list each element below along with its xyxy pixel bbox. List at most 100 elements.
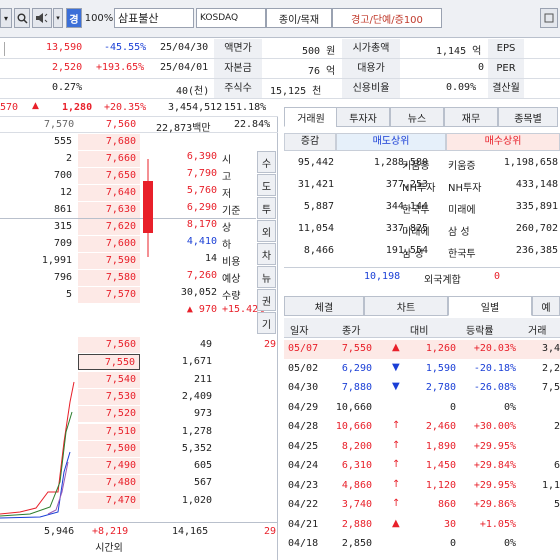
side-tab[interactable]: 차: [257, 243, 276, 265]
daily-row[interactable]: 04/21 2,880 ▲ 30 +1.05%: [284, 516, 560, 535]
buy-qty-bar: [141, 408, 166, 421]
buy-right-value: 29: [264, 339, 277, 350]
buy-order-row[interactable]: 7,490 605: [0, 458, 278, 475]
sell-price[interactable]: 7,580: [78, 270, 140, 286]
lower-tab-more[interactable]: 예: [532, 296, 560, 316]
side-tab[interactable]: 권: [257, 289, 276, 311]
menu-handle[interactable]: ▾: [0, 8, 12, 28]
buy-price[interactable]: 7,530: [78, 388, 140, 405]
buy-order-row[interactable]: 7,540 211: [0, 371, 278, 388]
side-tab[interactable]: 도: [257, 174, 276, 196]
shares-label: 주식수: [214, 79, 262, 98]
lower-tab-daily[interactable]: 일별: [448, 296, 532, 316]
tab-finance[interactable]: 재무: [444, 107, 498, 127]
volume-thousand: 40(천): [176, 86, 210, 97]
substitute-price: 0: [478, 62, 485, 73]
daily-row[interactable]: 05/07 7,550 ▲ 1,260 +20.03% 3,4: [284, 340, 560, 359]
buy-order-row[interactable]: 7,480 567: [0, 475, 278, 492]
lower-tab-trades[interactable]: 체결: [284, 296, 364, 316]
side-tab[interactable]: 뉴: [257, 266, 276, 288]
sell-qty: 1,991: [41, 255, 72, 266]
broker-row[interactable]: 8,466 191,554 삼 성 한국투 236,385: [284, 243, 560, 263]
sell-price[interactable]: 7,600: [78, 236, 140, 252]
buy-price[interactable]: 7,510: [78, 423, 140, 440]
side-tab[interactable]: 기: [257, 312, 276, 334]
daily-diff: 0: [449, 401, 456, 413]
buy-qty-bar: [141, 356, 184, 369]
buy-order-row[interactable]: 7,550 1,671: [0, 354, 278, 371]
search-icon[interactable]: [14, 8, 30, 28]
daily-row[interactable]: 04/30 7,880 ▼ 2,780 -26.08% 7,5: [284, 379, 560, 398]
broker-row[interactable]: 11,054 337,825 미래에 삼 성 260,702: [284, 221, 560, 241]
buy-price[interactable]: 7,520: [78, 406, 140, 423]
info-side-value: 8,170: [186, 219, 217, 230]
buy-order-row[interactable]: 7,520 973: [0, 406, 278, 423]
side-tab[interactable]: 외: [257, 220, 276, 242]
sell-order-row[interactable]: 700 7,650: [0, 168, 278, 184]
sell-order-row[interactable]: 2 7,660: [0, 151, 278, 167]
buy-order-row[interactable]: 7,510 1,278: [0, 423, 278, 440]
daily-row[interactable]: 04/23 4,860 ↑ 1,120 +29.95% 1,1: [284, 477, 560, 496]
daily-diff: 1,260: [425, 343, 456, 354]
side-tab[interactable]: 투: [257, 197, 276, 219]
direction-arrow-icon: ↑: [392, 420, 401, 431]
daily-row[interactable]: 04/24 6,310 ↑ 1,450 +29.84% 6: [284, 457, 560, 476]
daily-volume: 6: [553, 460, 560, 471]
broker-row[interactable]: 5,887 344,144 한국투 미래에 335,891: [284, 199, 560, 219]
sell-price[interactable]: 7,630: [78, 202, 140, 218]
broker-row[interactable]: 95,442 1,288,580 키움증 키움증 1,198,658: [284, 155, 560, 175]
tab-by-stock[interactable]: 종목별: [498, 107, 558, 127]
buy-order-row[interactable]: 7,470 1,020: [0, 492, 278, 509]
sell-order-row[interactable]: 315 7,620: [0, 219, 278, 235]
daily-row[interactable]: 05/02 6,290 ▼ 1,590 -20.18% 2,2: [284, 360, 560, 379]
settings-icon[interactable]: [540, 8, 558, 28]
daily-date: 04/30: [288, 382, 319, 393]
buy-price[interactable]: 7,550: [78, 354, 140, 371]
info-side-label: 시: [222, 155, 232, 166]
buy-price[interactable]: 7,470: [78, 492, 140, 509]
sell-price[interactable]: 7,660: [78, 151, 140, 167]
tab-trader[interactable]: 거래원: [284, 107, 338, 127]
tab-investor[interactable]: 투자자: [336, 107, 390, 127]
buy-price[interactable]: 7,540: [78, 371, 140, 388]
turnover-rate: 151.18%: [224, 102, 267, 113]
sell-order-row[interactable]: 555 7,680: [0, 134, 278, 150]
sell-price[interactable]: 7,570: [78, 287, 140, 303]
daily-date: 04/24: [288, 460, 319, 471]
sell-price[interactable]: 7,680: [78, 134, 140, 150]
sell-price[interactable]: 7,620: [78, 219, 140, 235]
speaker-icon[interactable]: [32, 8, 52, 28]
side-tab[interactable]: 수: [257, 151, 276, 173]
broker-row[interactable]: 31,421 377,253 NH투자 NH투자 433,148: [284, 177, 560, 197]
after-hours-label[interactable]: 시간외: [78, 540, 140, 558]
daily-row[interactable]: 04/18 2,850 0 0%: [284, 535, 560, 554]
tab-news[interactable]: 뉴스: [390, 107, 444, 127]
lower-tab-chart[interactable]: 차트: [364, 296, 448, 316]
buy-price[interactable]: 7,480: [78, 475, 140, 492]
stock-name-field[interactable]: 삼표불산: [114, 8, 194, 28]
speaker-dropdown-icon[interactable]: ▾: [53, 8, 63, 28]
buy-qty: 1,671: [181, 356, 212, 368]
sell-order-row[interactable]: 709 7,600: [0, 236, 278, 252]
buy-price[interactable]: 7,560: [78, 337, 140, 353]
mode-button[interactable]: 경: [66, 8, 82, 28]
buy-price[interactable]: 7,500: [78, 440, 140, 457]
high-52w-date: 25/04/30: [160, 42, 209, 53]
direction-arrow-icon: ▼: [392, 381, 400, 392]
buy-price[interactable]: 7,490: [78, 458, 140, 475]
daily-row[interactable]: 04/22 3,740 ↑ 860 +29.86% 5: [284, 496, 560, 515]
sell-order-row[interactable]: 12 7,640: [0, 185, 278, 201]
buy-order-row[interactable]: 7,560 49 29: [0, 337, 278, 353]
sell-price[interactable]: 7,650: [78, 168, 140, 184]
buy-order-row[interactable]: 7,530 2,409: [0, 388, 278, 405]
daily-row[interactable]: 04/25 8,200 ↑ 1,890 +29.95%: [284, 438, 560, 457]
info-row-1: 13,590 -45.55% 25/04/30 액면가 500 원 시가총액 1…: [0, 39, 560, 59]
daily-diff: 860: [437, 499, 456, 510]
daily-row[interactable]: 04/29 10,660 0 0%: [284, 399, 560, 418]
direction-arrow-icon: ↑: [392, 439, 401, 451]
buy-order-row[interactable]: 7,500 5,352: [0, 440, 278, 457]
daily-date: 04/23: [288, 479, 319, 491]
daily-row[interactable]: 04/28 10,660 ↑ 2,460 +30.00% 2: [284, 418, 560, 437]
sell-price[interactable]: 7,590: [78, 253, 140, 269]
sell-price[interactable]: 7,640: [78, 185, 140, 201]
